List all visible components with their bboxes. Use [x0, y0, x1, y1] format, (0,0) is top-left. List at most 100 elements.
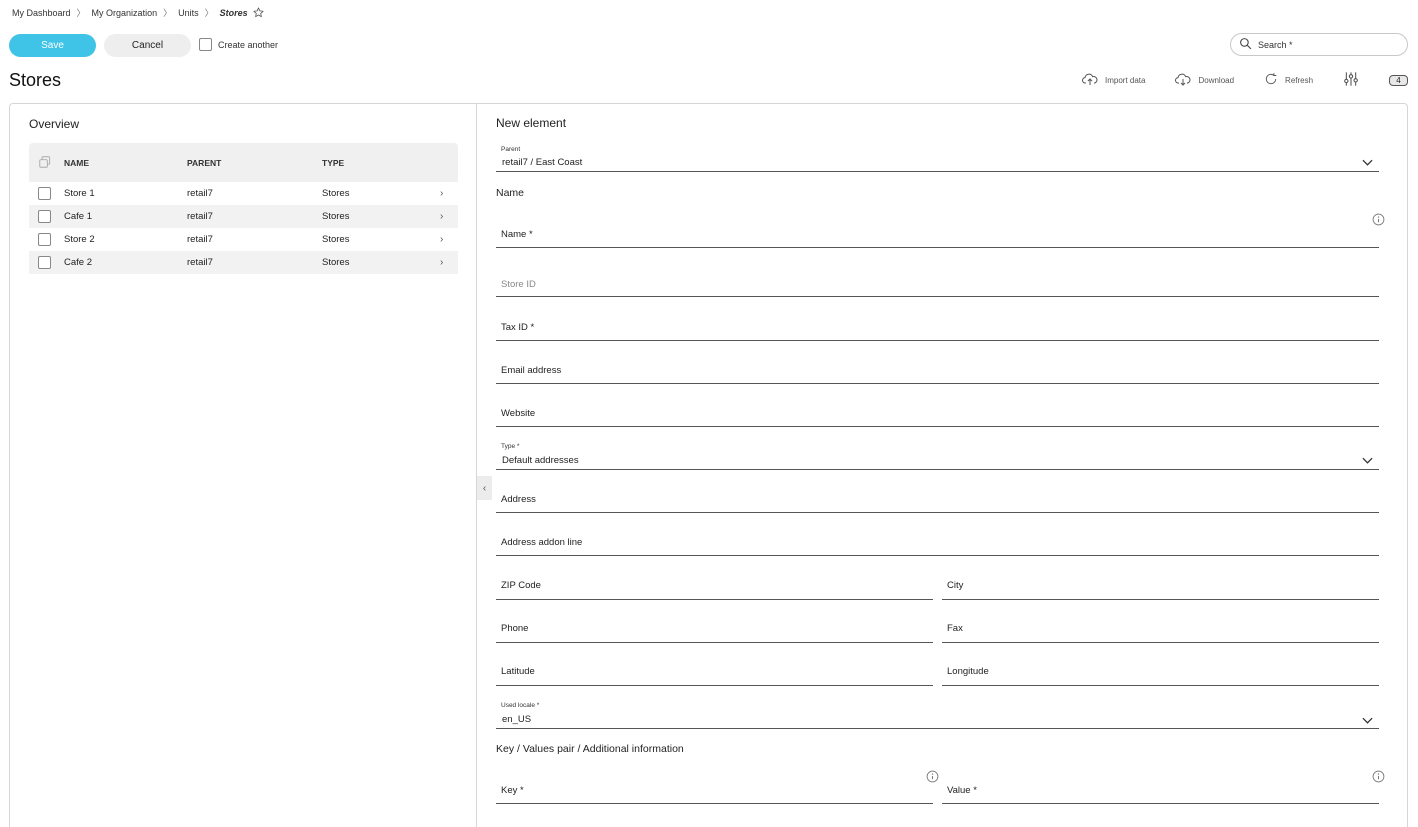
chevron-right-icon[interactable]: › [440, 211, 443, 222]
new-element-form: New element Parent retail7 / East Coast … [496, 104, 1385, 827]
page-actions: Import data Download Refresh [1082, 72, 1396, 88]
phone-field[interactable]: Phone [496, 615, 933, 643]
locale-label: Used locale * [501, 702, 540, 709]
create-another-checkbox[interactable] [199, 38, 212, 51]
row-parent: retail7 [187, 257, 213, 268]
key-label: Key * [501, 785, 524, 796]
locale-value: en_US [502, 714, 532, 725]
phone-label: Phone [501, 623, 529, 634]
value-field[interactable]: Value * [942, 776, 1379, 804]
chevron-right-icon[interactable]: › [440, 234, 443, 245]
page-title: Stores [9, 70, 62, 90]
fax-field[interactable]: Fax [942, 615, 1379, 643]
refresh-button[interactable]: Refresh [1264, 72, 1313, 88]
column-header-parent[interactable]: PARENT [187, 158, 221, 168]
table-row[interactable]: Cafe 1 retail7 Stores › [29, 205, 458, 228]
breadcrumb-units[interactable]: Units [178, 8, 199, 18]
chevron-right-icon[interactable]: › [440, 188, 443, 199]
chevron-right-icon[interactable]: › [440, 257, 443, 268]
row-parent: retail7 [187, 234, 213, 245]
filter-settings-button[interactable] [1343, 71, 1366, 89]
website-label: Website [501, 408, 536, 419]
row-checkbox[interactable] [38, 210, 51, 223]
parent-select[interactable]: Parent retail7 / East Coast [496, 144, 1379, 172]
name-section-label: Name [496, 187, 525, 199]
tax-id-label: Tax ID * [501, 322, 535, 333]
value-label: Value * [947, 785, 977, 796]
row-type: Stores [322, 257, 350, 268]
row-name: Store 1 [64, 188, 95, 199]
create-another-option[interactable]: Create another [199, 38, 278, 51]
breadcrumb-current: Stores [219, 7, 248, 18]
row-type: Stores [322, 234, 350, 245]
address-addon-field[interactable]: Address addon line [496, 529, 1379, 556]
row-checkbox[interactable] [38, 233, 51, 246]
table-row[interactable]: Store 2 retail7 Stores › [29, 228, 458, 251]
longitude-label: Longitude [947, 666, 989, 677]
website-field[interactable]: Website [496, 400, 1379, 427]
search-input[interactable]: Search * [1230, 33, 1408, 56]
chevron-left-icon: ‹ [482, 482, 487, 494]
row-parent: retail7 [187, 211, 213, 222]
cloud-upload-icon [1082, 72, 1105, 88]
city-field[interactable]: City [942, 572, 1379, 600]
search-placeholder: Search * [1258, 39, 1293, 50]
star-icon[interactable] [253, 7, 264, 18]
row-checkbox[interactable] [38, 256, 51, 269]
row-name: Store 2 [64, 234, 95, 245]
key-field[interactable]: Key * [496, 776, 933, 804]
breadcrumb: My Dashboard 〉 My Organization 〉 Units 〉… [12, 6, 264, 19]
column-header-name[interactable]: NAME [64, 158, 89, 168]
breadcrumb-dashboard[interactable]: My Dashboard [12, 8, 71, 18]
name-field-label: Name * [501, 229, 533, 240]
city-label: City [947, 580, 964, 591]
import-data-button[interactable]: Import data [1082, 72, 1145, 88]
store-id-field[interactable]: Store ID [496, 272, 1379, 297]
download-button[interactable]: Download [1175, 72, 1234, 88]
chevron-down-icon [1362, 451, 1373, 469]
type-value: Default addresses [502, 455, 579, 466]
address-label: Address [501, 494, 536, 505]
create-another-label: Create another [218, 39, 279, 50]
fax-label: Fax [947, 623, 963, 634]
locale-select[interactable]: Used locale * en_US [496, 700, 1379, 729]
breadcrumb-organization[interactable]: My Organization [92, 8, 158, 18]
parent-label: Parent [501, 146, 521, 153]
collapse-panel-handle[interactable]: ‹ [477, 476, 492, 500]
tax-id-field[interactable]: Tax ID * [496, 314, 1379, 341]
breadcrumb-separator: 〉 [163, 8, 173, 18]
row-name: Cafe 2 [64, 257, 92, 268]
table-header: NAME PARENT TYPE [29, 143, 458, 182]
table-row[interactable]: Cafe 2 retail7 Stores › [29, 251, 458, 274]
column-header-type[interactable]: TYPE [322, 158, 344, 168]
row-checkbox[interactable] [38, 187, 51, 200]
breadcrumb-separator: 〉 [204, 8, 214, 18]
key-values-section-label: Key / Values pair / Additional informati… [496, 743, 684, 755]
filter-count-badge[interactable]: 4 [1389, 75, 1408, 86]
search-icon [1239, 37, 1258, 52]
sliders-icon [1343, 71, 1366, 89]
overview-panel: Overview NAME PARENT TYPE Store 1 retail… [10, 104, 477, 827]
row-type: Stores [322, 188, 350, 199]
table-row[interactable]: Store 1 retail7 Stores › [29, 182, 458, 205]
row-parent: retail7 [187, 188, 213, 199]
email-field[interactable]: Email address [496, 357, 1379, 384]
latitude-field[interactable]: Latitude [496, 658, 933, 686]
type-select[interactable]: Type * Default addresses [496, 441, 1379, 470]
import-data-label: Import data [1105, 75, 1146, 85]
overview-table: NAME PARENT TYPE Store 1 retail7 Stores … [29, 143, 458, 274]
row-type: Stores [322, 211, 350, 222]
refresh-icon [1264, 72, 1285, 88]
zip-code-field[interactable]: ZIP Code [496, 572, 933, 600]
save-button[interactable]: Save [9, 34, 96, 57]
name-field[interactable]: Name * [496, 222, 1379, 248]
zip-code-label: ZIP Code [501, 580, 541, 591]
cloud-download-icon [1175, 72, 1198, 88]
longitude-field[interactable]: Longitude [942, 658, 1379, 686]
download-label: Download [1198, 75, 1235, 85]
address-field[interactable]: Address [496, 486, 1379, 513]
select-all-icon[interactable] [38, 155, 52, 171]
cancel-button[interactable]: Cancel [104, 34, 191, 57]
email-label: Email address [501, 365, 562, 376]
overview-title: Overview [29, 117, 80, 131]
